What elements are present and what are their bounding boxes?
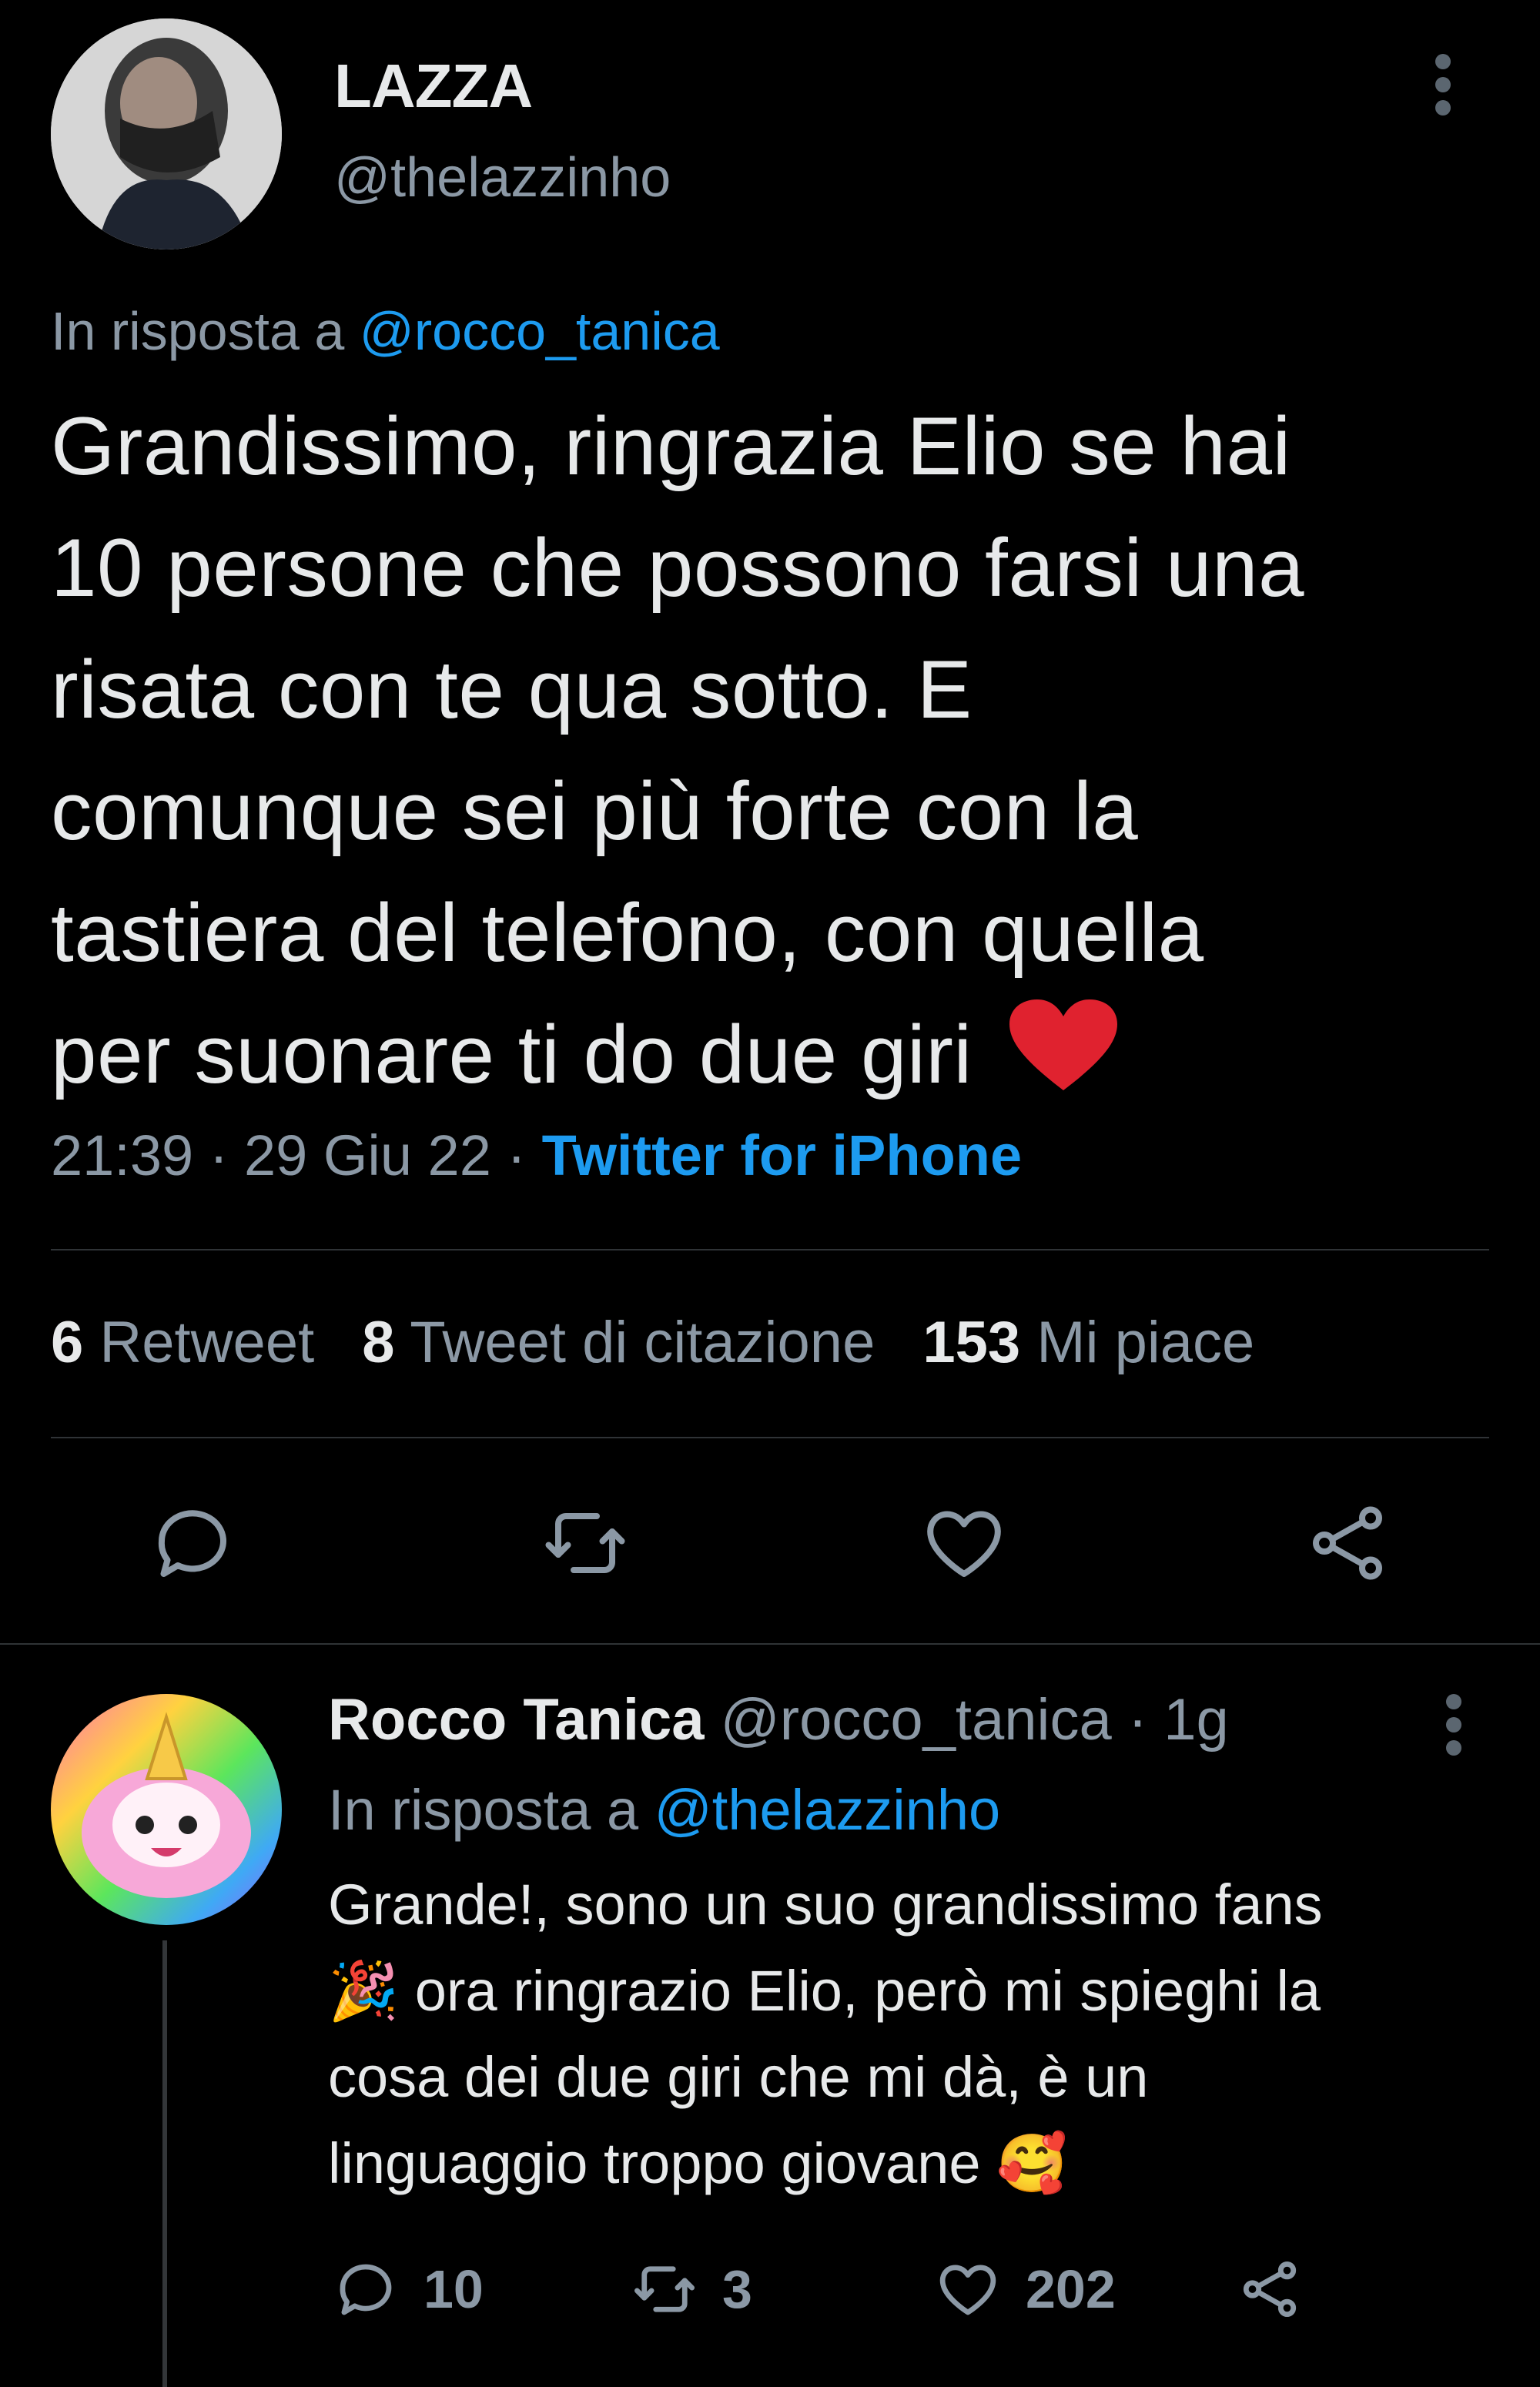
reply-context: In risposta a @thelazzinho: [328, 1778, 1001, 1842]
tweet-source[interactable]: Twitter for iPhone: [542, 1123, 1023, 1187]
reply-to-link[interactable]: @thelazzinho: [654, 1778, 1001, 1842]
reply-text-line: Grande!, sono un suo grandissimo fans: [328, 1873, 1323, 1937]
like-icon: [939, 2265, 996, 2315]
reply-retweet-button[interactable]: 3: [630, 2247, 752, 2332]
more-options-icon[interactable]: [1435, 54, 1451, 116]
retweet-icon[interactable]: [539, 1497, 631, 1589]
reply-reply-button[interactable]: 10: [331, 2247, 484, 2332]
reply-icon[interactable]: [146, 1497, 239, 1589]
tweet-meta: 21:39 · 29 Giu 22 · Twitter for iPhone: [51, 1123, 1023, 1187]
tweet-text-line: tastiera del telefono, con quella: [51, 886, 1204, 979]
tweet-time[interactable]: 21:39: [51, 1123, 193, 1187]
tweet-text-line: risata con te qua sotto. E: [51, 643, 973, 735]
more-options-icon[interactable]: [1446, 1694, 1461, 1756]
reply-header: Rocco Tanica @rocco_tanica · 1g: [328, 1686, 1229, 1753]
like-icon[interactable]: [918, 1497, 1010, 1589]
reply-text-line: linguaggio troppo giovane 🥰: [328, 2131, 1068, 2195]
retweet-icon: [634, 2266, 695, 2312]
thread-line: [162, 1940, 167, 2387]
tweet-text-line: 10 persone che possono farsi una: [51, 521, 1305, 614]
reply-text-line: 🎉 ora ringrazio Elio, però mi spieghi la: [328, 1959, 1321, 2023]
tweet-text: Grandissimo, ringrazia Elio se hai 10 pe…: [51, 385, 1498, 1124]
section-divider: [0, 1643, 1540, 1645]
reply-prefix: In risposta a: [51, 301, 360, 361]
like-count: 202: [1026, 2259, 1116, 2319]
reply-context: In risposta a @rocco_tanica: [51, 300, 720, 362]
tweet-date[interactable]: 29 Giu 22: [244, 1123, 491, 1187]
reply-age: · 1g: [1111, 1687, 1229, 1753]
reply-author-name[interactable]: Rocco Tanica: [328, 1687, 705, 1753]
reply-like-button[interactable]: 202: [933, 2247, 1116, 2332]
likes-stat[interactable]: 153 Mi piace: [922, 1310, 1254, 1375]
tweet-text-line: per suonare ti do due giri ❤️: [51, 993, 1498, 1124]
divider: [51, 1437, 1489, 1438]
tweet-text-line: Grandissimo, ringrazia Elio se hai: [51, 400, 1291, 492]
reply-text: Grande!, sono un suo grandissimo fans 🎉 …: [328, 1862, 1498, 2207]
quotes-stat[interactable]: 8 Tweet di citazione: [362, 1310, 875, 1375]
retweet-count: 3: [722, 2259, 752, 2319]
author-avatar[interactable]: [51, 18, 282, 249]
reply-count: 10: [424, 2259, 484, 2319]
retweets-stat[interactable]: 6 Retweet: [51, 1310, 314, 1375]
share-icon: [1243, 2261, 1297, 2317]
author-handle[interactable]: @thelazzinho: [334, 146, 671, 209]
reply-icon: [340, 2264, 392, 2315]
heart-emoji-icon: [1009, 999, 1117, 1124]
reply-to-link[interactable]: @rocco_tanica: [360, 301, 720, 361]
tweet-text-line: comunque sei più forte con la: [51, 765, 1139, 857]
reply-author-avatar[interactable]: [51, 1694, 282, 1925]
tweet-stats: 6 Retweet 8 Tweet di citazione 153 Mi piac…: [51, 1309, 1254, 1376]
reply-share-button[interactable]: [1235, 2247, 1304, 2332]
reply-text-line: cosa dei due giri che mi dà, è un: [328, 2045, 1149, 2109]
reply-author-handle[interactable]: @rocco_tanica: [721, 1687, 1112, 1753]
share-icon[interactable]: [1301, 1497, 1394, 1589]
divider: [51, 1249, 1489, 1250]
author-name[interactable]: LAZZA: [334, 51, 533, 122]
